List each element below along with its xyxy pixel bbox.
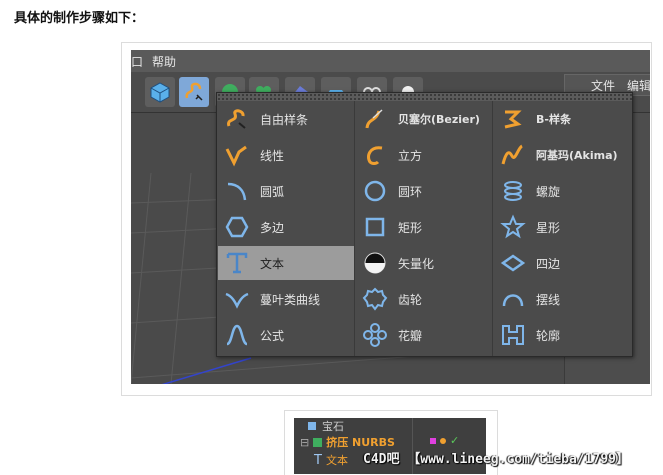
menu-item-label: 公式: [260, 328, 285, 343]
menu-item-arc[interactable]: 圆弧: [218, 174, 354, 208]
menu-item-label: B-样条: [536, 113, 571, 126]
gem-object-icon: [308, 422, 316, 430]
material-tag-icon: [440, 438, 446, 444]
akima-spline-icon: [501, 144, 523, 165]
star-icon: [500, 214, 526, 239]
bezier-spline-icon: [365, 109, 383, 129]
menu-item-label: 自由样条: [260, 112, 309, 127]
menu-item-cissoid[interactable]: 蔓叶类曲线: [218, 282, 354, 316]
menu-item-label: 蔓叶类曲线: [260, 292, 321, 307]
menu-item-akima[interactable]: 阿基玛(Akima): [494, 138, 630, 172]
linear-spline-icon: [225, 145, 247, 167]
menu-tear-off-handle[interactable]: [217, 93, 632, 101]
object-name: 宝石: [322, 420, 344, 433]
menu-item-flower[interactable]: 花瓣: [356, 318, 492, 352]
menu-item-vectorizer[interactable]: 矢量化: [356, 246, 492, 280]
helix-icon: [504, 181, 522, 201]
menu-item-cubic[interactable]: 立方: [356, 138, 492, 172]
object-row-gem[interactable]: 宝石: [308, 418, 344, 434]
profile-icon: [502, 325, 524, 345]
b-spline-icon: [504, 110, 522, 129]
menu-help[interactable]: 帮助: [152, 53, 176, 70]
text-icon: [226, 252, 248, 274]
menu-item-label: 贝塞尔(Bezier): [398, 113, 480, 126]
menu-fragment[interactable]: 口: [131, 53, 143, 70]
polygon-icon: [225, 216, 249, 238]
menu-item-label: 星形: [536, 220, 561, 235]
spline-tool-button[interactable]: [179, 77, 209, 107]
menu-item-label: 花瓣: [398, 328, 423, 343]
menu-item-label: 齿轮: [398, 292, 423, 307]
menu-item-label: 四边: [536, 256, 561, 271]
cubic-spline-icon: [367, 146, 383, 165]
menu-item-label: 圆弧: [260, 184, 285, 199]
vectorizer-icon: [364, 252, 386, 274]
menu-item-b-spline[interactable]: B-样条: [494, 102, 630, 136]
menu-item-label: 立方: [398, 148, 423, 163]
menu-item-helix[interactable]: 螺旋: [494, 174, 630, 208]
cycloid-icon: [502, 294, 524, 307]
page-heading: 具体的制作步骤如下：: [14, 11, 145, 26]
cube-icon: [150, 82, 170, 103]
menu-item-label: 文本: [260, 256, 285, 271]
tree-expand-icon[interactable]: ⊟: [300, 436, 309, 449]
menu-item-label: 矢量化: [398, 256, 435, 271]
menu-item-label: 螺旋: [536, 184, 561, 199]
check-icon[interactable]: ✓: [450, 434, 459, 447]
menu-item-linear[interactable]: 线性: [218, 138, 354, 172]
menu-item-profile[interactable]: 轮廓: [494, 318, 630, 352]
column-divider: [492, 101, 493, 356]
extrude-object-icon: [313, 437, 323, 447]
menu-item-cogwheel[interactable]: 齿轮: [356, 282, 492, 316]
menu-item-label: 圆环: [398, 184, 423, 199]
text-object-icon: T: [314, 452, 322, 468]
menu-item-label: 多边: [260, 220, 285, 235]
menu-item-rectangle[interactable]: 矩形: [356, 210, 492, 244]
menu-item-label: 轮廓: [536, 328, 561, 343]
menu-bar: 口 帮助: [131, 50, 650, 72]
spline-pen-icon: [185, 82, 203, 101]
menu-item-4-side[interactable]: 四边: [494, 246, 630, 280]
cube-tool-button[interactable]: [145, 77, 175, 107]
4-side-icon: [500, 254, 526, 272]
arc-icon: [227, 182, 247, 201]
menu-item-text[interactable]: 文本: [218, 246, 354, 280]
menu-item-polygon[interactable]: 多边: [218, 210, 354, 244]
column-divider: [354, 101, 355, 356]
menu-item-label: 线性: [260, 148, 285, 163]
circle-icon: [364, 180, 386, 202]
freehand-spline-icon: [227, 109, 246, 129]
menu-item-bezier[interactable]: 贝塞尔(Bezier): [356, 102, 492, 136]
watermark: C4D吧 【www.lineeg.com/tieba/1799】: [363, 452, 629, 467]
menu-item-formula[interactable]: 公式: [218, 318, 354, 352]
tag-icon: [430, 438, 436, 444]
rectangle-icon: [365, 217, 385, 237]
menu-item-circle[interactable]: 圆环: [356, 174, 492, 208]
menu-item-star[interactable]: 星形: [494, 210, 630, 244]
menu-item-label: 阿基玛(Akima): [536, 149, 618, 162]
object-name: 文本: [325, 454, 348, 467]
menu-item-label: 矩形: [398, 220, 423, 235]
flower-icon: [363, 323, 387, 347]
menu-item-cycloid[interactable]: 摆线: [494, 282, 630, 316]
spline-dropdown-menu: 自由样条 线性 圆弧 多边 文本 蔓叶类曲线 公式 贝塞尔(Bezier) 立方…: [216, 92, 633, 357]
cissoid-icon: [225, 292, 249, 309]
cogwheel-icon: [362, 287, 388, 311]
formula-icon: [226, 324, 248, 346]
c4d-screenshot: 口 帮助 文件 编辑 自由样条 线性 圆弧 多边 文本 蔓叶类曲线 公式 贝塞尔…: [131, 50, 650, 384]
object-row-text[interactable]: T 文本: [314, 452, 348, 468]
menu-item-freehand[interactable]: 自由样条: [218, 102, 354, 136]
menu-item-label: 摆线: [536, 292, 561, 307]
